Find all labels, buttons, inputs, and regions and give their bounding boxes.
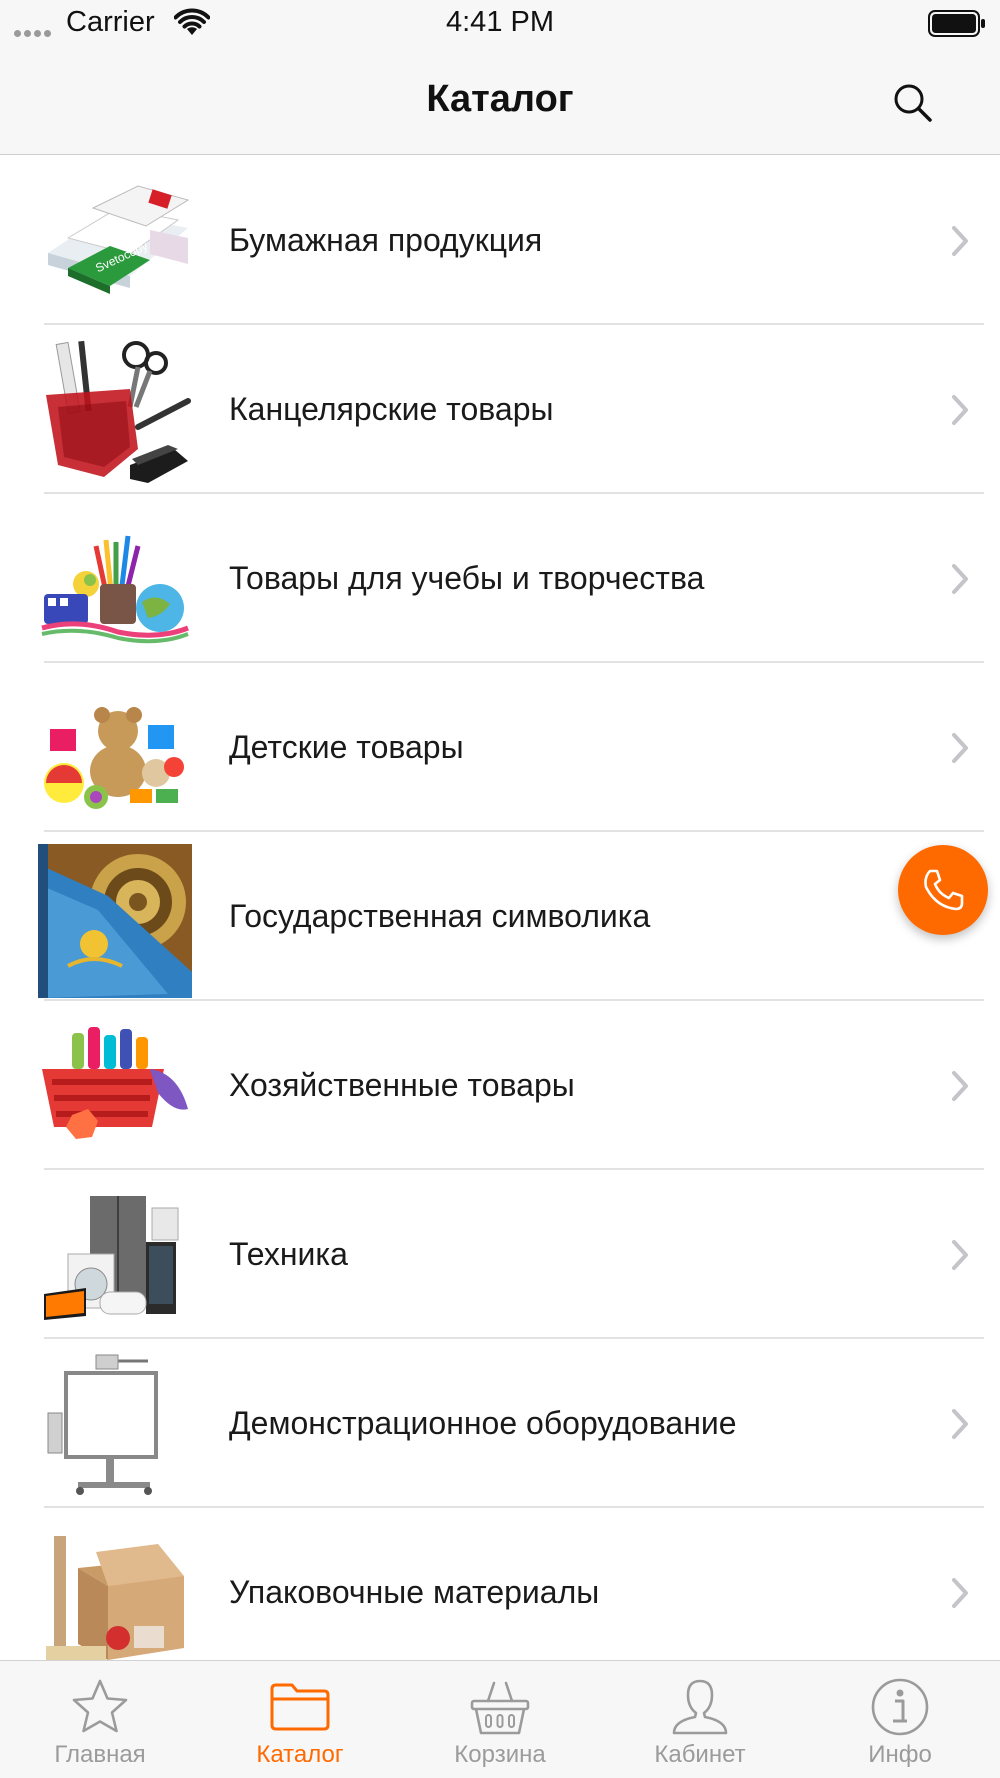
category-label: Упаковочные материалы [229, 1574, 600, 1610]
tab-label: Каталог [256, 1741, 344, 1768]
user-icon [672, 1679, 728, 1735]
category-row-stationery[interactable]: Канцелярские товары [0, 325, 1000, 494]
call-button[interactable] [898, 845, 988, 935]
tab-bar: Главная Каталог Корзина Кабинет Инфо [0, 1660, 1000, 1778]
tab-label: Главная [54, 1741, 146, 1768]
tab-label: Кабинет [654, 1741, 746, 1768]
chevron-right-icon [952, 395, 968, 425]
tab-catalog[interactable]: Каталог [200, 1661, 400, 1778]
tab-info[interactable]: Инфо [800, 1661, 1000, 1778]
folder-icon [270, 1683, 330, 1731]
search-icon[interactable] [890, 80, 936, 126]
appliances-thumbnail [44, 1196, 179, 1320]
chevron-right-icon [952, 226, 968, 256]
packaging-thumbnail [46, 1536, 184, 1660]
chevron-right-icon [952, 1409, 968, 1439]
category-row-packaging[interactable]: Упаковочные материалы [0, 1508, 1000, 1660]
category-label: Товары для учебы и творчества [229, 560, 705, 596]
tab-label: Инфо [868, 1741, 932, 1768]
category-row-household-goods[interactable]: Хозяйственные товары [0, 1001, 1000, 1170]
category-row-school-supplies[interactable]: Товары для учебы и творчества [0, 494, 1000, 663]
phone-icon [924, 869, 964, 911]
info-icon [871, 1678, 929, 1736]
chevron-right-icon [952, 733, 968, 763]
category-list: Svetocopy Бумажная продукция Канцелярски… [0, 156, 1000, 1660]
chevron-right-icon [952, 1240, 968, 1270]
paper-products-thumbnail: Svetocopy [48, 185, 190, 294]
tab-label: Корзина [454, 1741, 546, 1768]
category-row-demo-equipment[interactable]: Демонстрационное оборудование [0, 1339, 1000, 1508]
status-bar: Carrier 4:41 PM [0, 0, 1000, 50]
tab-account[interactable]: Кабинет [600, 1661, 800, 1778]
category-label: Детские товары [229, 729, 464, 765]
toys-thumbnail [44, 707, 184, 809]
category-label: Канцелярские товары [229, 391, 554, 427]
star-icon [72, 1679, 128, 1733]
clock: 4:41 PM [446, 6, 554, 38]
category-row-toys[interactable]: Детские товары [0, 663, 1000, 832]
chevron-right-icon [952, 1071, 968, 1101]
page-title: Каталог [426, 78, 574, 120]
tab-cart[interactable]: Корзина [400, 1661, 600, 1778]
category-label: Государственная символика [229, 898, 651, 934]
whiteboard-thumbnail [47, 1354, 158, 1495]
category-row-state-symbols[interactable]: Государственная символика [0, 832, 1000, 1001]
household-goods-thumbnail [42, 1027, 188, 1139]
school-supplies-thumbnail [41, 535, 189, 644]
state-symbols-thumbnail [38, 844, 192, 998]
tab-home[interactable]: Главная [0, 1661, 200, 1778]
category-label: Хозяйственные товары [229, 1067, 575, 1103]
category-label: Демонстрационное оборудование [229, 1405, 737, 1441]
battery-icon [928, 10, 985, 37]
category-row-appliances[interactable]: Техника [0, 1170, 1000, 1339]
chevron-right-icon [952, 564, 968, 594]
category-label: Техника [229, 1236, 348, 1272]
category-label: Бумажная продукция [229, 222, 543, 258]
navigation-bar: Каталог [0, 50, 1000, 155]
stationery-thumbnail [46, 340, 191, 483]
basket-icon [470, 1681, 530, 1735]
category-row-paper-products[interactable]: Svetocopy Бумажная продукция [0, 156, 1000, 325]
chevron-right-icon [952, 1578, 968, 1608]
